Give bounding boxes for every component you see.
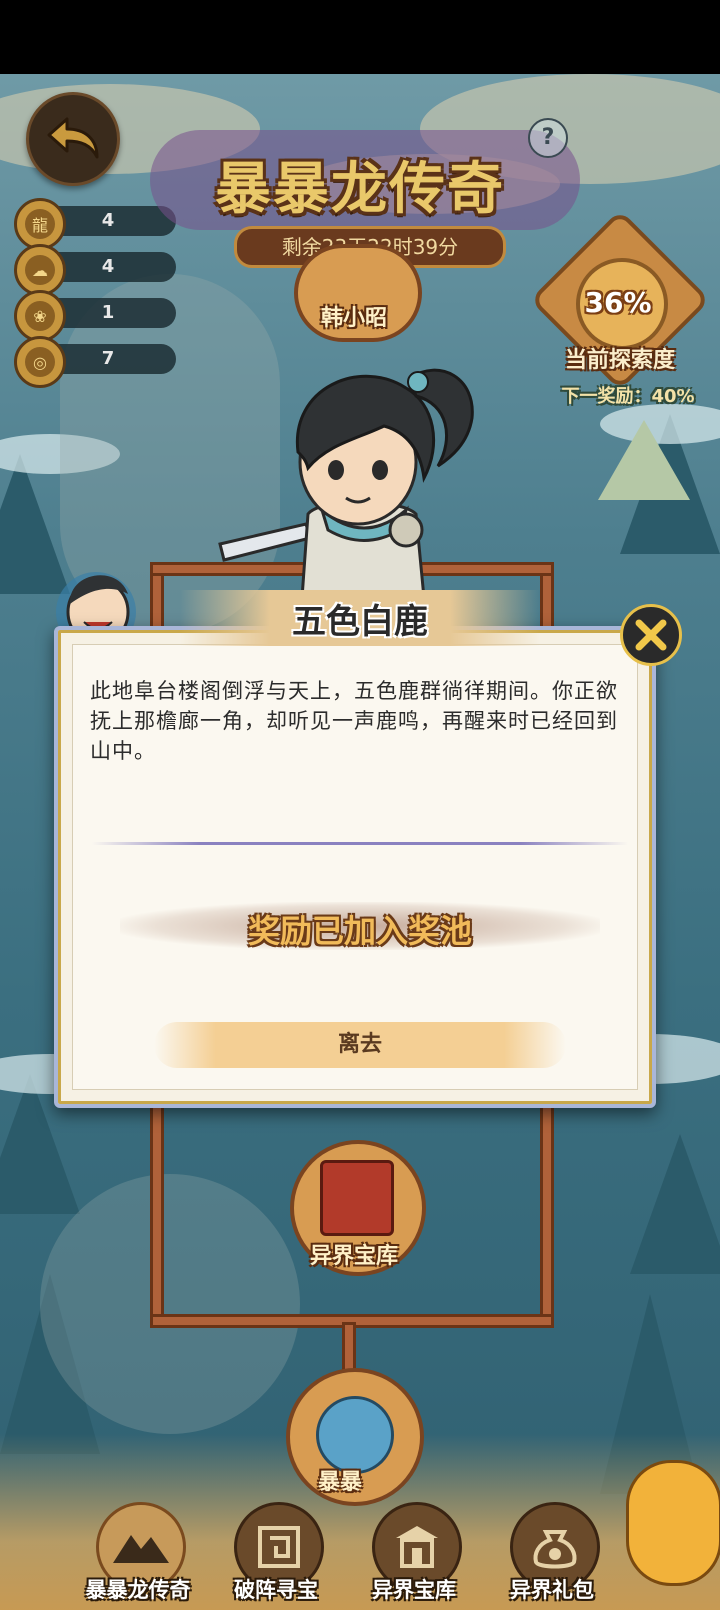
back-arrow-icon bbox=[47, 117, 99, 159]
exploration-percent: 36% bbox=[584, 286, 652, 319]
dragon-icon bbox=[316, 1396, 394, 1474]
nav-item-treasury[interactable]: 异界宝库 bbox=[354, 1494, 474, 1610]
resource-value: 1 bbox=[101, 302, 115, 323]
maze-icon bbox=[258, 1526, 300, 1568]
temple-icon bbox=[396, 1526, 438, 1568]
hero-character bbox=[218, 368, 474, 600]
next-reward-text: 下一奖励：40% bbox=[561, 386, 695, 407]
back-button[interactable] bbox=[26, 92, 120, 186]
nav-item-break-formation[interactable]: 破阵寻宝 bbox=[216, 1494, 336, 1610]
nav-label: 异界礼包 bbox=[510, 1578, 594, 1602]
resource-swirl: ◎ 7 bbox=[14, 336, 176, 388]
nav-label: 暴暴龙传奇 bbox=[85, 1578, 191, 1602]
coin-bag-icon bbox=[533, 1530, 577, 1569]
help-button[interactable]: ? bbox=[528, 118, 568, 158]
map-node-label: 暴暴 bbox=[317, 1470, 362, 1495]
resource-fire: 龍 4 bbox=[14, 198, 176, 250]
page-title: 暴暴龙传奇 bbox=[215, 156, 505, 222]
map-node-label: 异界宝库 bbox=[309, 1244, 398, 1269]
resource-value: 4 bbox=[101, 256, 115, 277]
nav-item-dragon-legend[interactable]: 暴暴龙传奇 bbox=[78, 1494, 198, 1610]
reward-status-text: 奖励已加入奖池 bbox=[247, 912, 472, 950]
map-node-label: 韩小昭 bbox=[320, 306, 387, 331]
exploration-label: 当前探索度 bbox=[564, 348, 675, 373]
leave-button[interactable]: 离去 bbox=[154, 1022, 566, 1068]
close-icon bbox=[635, 619, 667, 651]
nav-label: 异界宝库 bbox=[372, 1578, 456, 1602]
resource-water: ☁ 4 bbox=[14, 244, 176, 296]
dialog-description: 此地阜台楼阁倒浮与天上，五色鹿群徜徉期间。你正欲抚上那檐廊一角，却听见一声鹿鸣，… bbox=[90, 679, 618, 763]
nav-label: 破阵寻宝 bbox=[234, 1578, 318, 1602]
resource-value: 4 bbox=[101, 210, 115, 231]
close-button[interactable] bbox=[620, 604, 682, 666]
resource-wind: ❀ 1 bbox=[14, 290, 176, 342]
temple-icon bbox=[320, 1160, 394, 1236]
nav-item-gift-pack[interactable]: 异界礼包 bbox=[492, 1494, 612, 1610]
resource-value: 7 bbox=[101, 348, 115, 369]
divider bbox=[92, 842, 628, 845]
mascot-character bbox=[626, 1460, 720, 1586]
dialog-title: 五色白鹿 bbox=[292, 602, 428, 642]
mountain-icon bbox=[113, 1535, 169, 1563]
